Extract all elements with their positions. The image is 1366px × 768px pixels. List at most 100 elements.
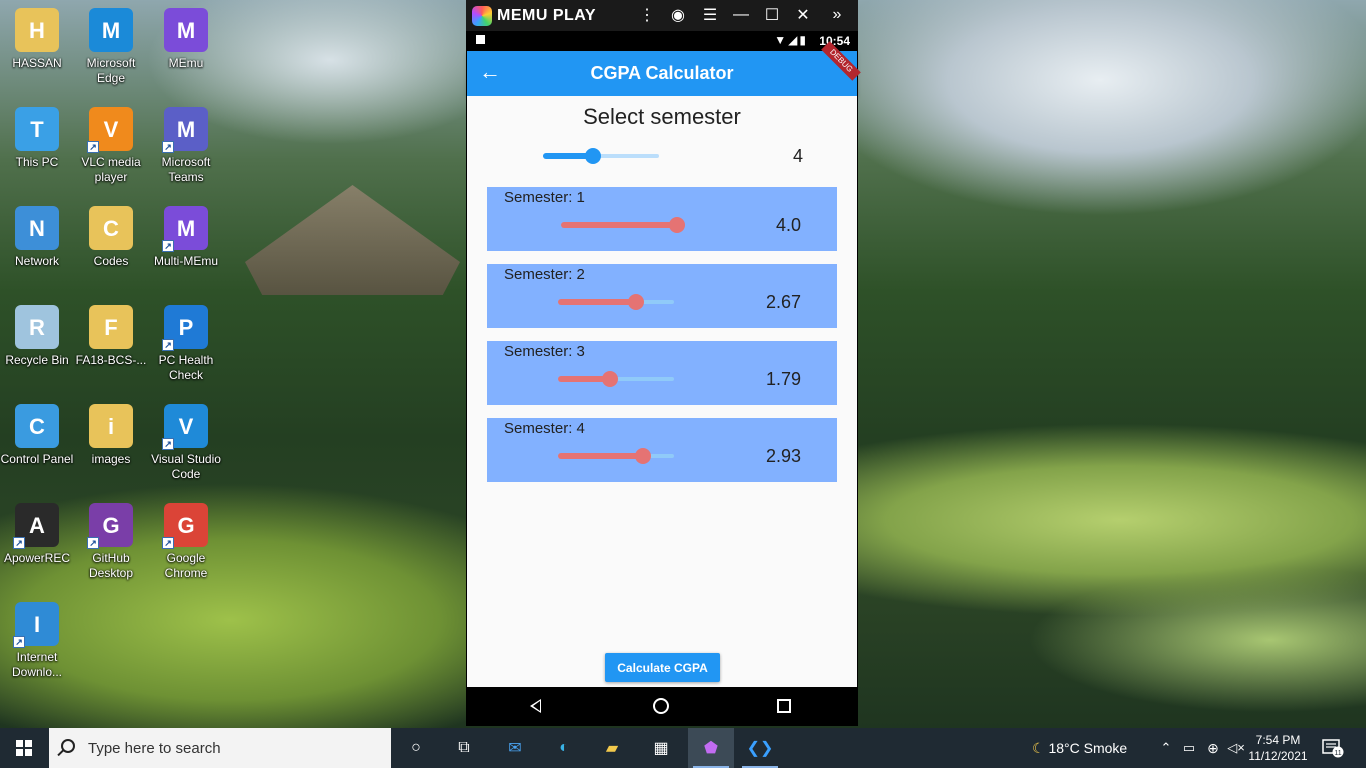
slider-thumb[interactable]: [602, 371, 618, 387]
health-check-icon: P ↗: [162, 305, 208, 351]
desktop-icon-label: GitHub Desktop: [88, 551, 134, 580]
notification-icon: [476, 35, 485, 44]
clock-time: 7:54 PM: [1255, 733, 1301, 747]
semester-card: Semester: 2 2.67: [487, 264, 837, 328]
semester-card: Semester: 4 2.93: [487, 418, 837, 482]
shortcut-arrow-icon: ↗: [162, 141, 174, 153]
semester-count-value: 4: [792, 146, 803, 166]
memu-taskbar-button[interactable]: ⬟: [688, 728, 734, 768]
edge-taskbar-icon[interactable]: ◐: [550, 734, 578, 762]
desktop-icon-label: FA18-BCS-...: [75, 353, 147, 367]
taskbar-search[interactable]: Type here to search: [49, 728, 391, 768]
nav-back-icon[interactable]: [530, 699, 541, 713]
store-icon[interactable]: ▦: [647, 734, 675, 762]
semester-gpa-slider[interactable]: [558, 369, 674, 389]
slider-thumb[interactable]: [669, 217, 685, 233]
shortcut-arrow-icon: ↗: [13, 636, 25, 648]
android-nav-bar: [467, 687, 857, 725]
desktop-icon[interactable]: M ↗ Microsoft Teams: [149, 107, 223, 185]
desktop-icon[interactable]: i images: [74, 404, 148, 467]
app-title: CGPA Calculator: [590, 63, 734, 83]
network-icon: N: [15, 206, 59, 250]
nav-home-icon[interactable]: [653, 698, 669, 714]
desktop-icon[interactable]: V ↗ Visual Studio Code: [149, 404, 223, 482]
volume-icon[interactable]: ◁×: [1222, 734, 1250, 762]
android-status-bar: ▼◢▮ 10:54: [466, 31, 858, 51]
close-icon[interactable]: ✕: [792, 4, 814, 26]
desktop-icon[interactable]: I ↗ Internet Downlo...: [0, 602, 74, 680]
semester-gpa-slider[interactable]: [561, 215, 685, 235]
desktop-icon[interactable]: C Control Panel: [0, 404, 74, 467]
nav-recent-apps-icon[interactable]: [777, 699, 791, 713]
desktop-icon[interactable]: T This PC: [0, 107, 74, 170]
desktop-icon-label: Google Chrome: [164, 551, 208, 580]
semester-count-slider[interactable]: [543, 146, 659, 166]
windows-taskbar: Type here to search ○ ⧉ ✉ ◐ ▰ ▦ ⬟ ❮❯ ☾ 1…: [0, 728, 1366, 768]
edge-icon: M: [89, 8, 133, 52]
shortcut-arrow-icon: ↗: [162, 537, 174, 549]
desktop-icon[interactable]: F FA18-BCS-...: [74, 305, 148, 368]
desktop-icon-label: Multi-MEmu: [153, 254, 218, 268]
minimize-icon[interactable]: —: [730, 4, 752, 26]
emulator-title-bar[interactable]: MEMU PLAY ⋮ ◉ ☰ — ☐ ✕ »: [466, 0, 858, 31]
slider-thumb[interactable]: [635, 448, 651, 464]
menu-icon[interactable]: ☰: [699, 4, 721, 26]
desktop-icon[interactable]: A ↗ ApowerREC: [0, 503, 74, 566]
moon-icon: ☾: [1032, 740, 1045, 756]
apowerrec-icon: A ↗: [13, 503, 59, 549]
desktop-icon-label: This PC: [15, 155, 59, 169]
memu-window: MEMU PLAY ⋮ ◉ ☰ — ☐ ✕ » ▼◢▮ 10:54 ← CGPA…: [466, 0, 861, 726]
desktop-icon[interactable]: G ↗ Google Chrome: [149, 503, 223, 581]
semester-label: Semester: 1: [504, 189, 585, 206]
desktop-icon[interactable]: C Codes: [74, 206, 148, 269]
control-panel-icon: C: [15, 404, 59, 448]
notifications-icon[interactable]: 11: [1322, 738, 1344, 758]
desktop-icon-label: ApowerREC: [3, 551, 71, 565]
folder-icon: C: [89, 206, 133, 250]
desktop-icon-label: Recycle Bin: [5, 353, 69, 367]
expand-icon[interactable]: »: [826, 4, 848, 26]
weather-text: 18°C Smoke: [1048, 740, 1128, 756]
desktop-icon[interactable]: N Network: [0, 206, 74, 269]
cortana-icon[interactable]: ○: [402, 734, 430, 762]
signal-battery-icon: ▼◢▮: [774, 33, 808, 47]
vscode-icon: V ↗: [162, 404, 208, 450]
desktop-icon[interactable]: V ↗ VLC media player: [74, 107, 148, 185]
file-explorer-icon[interactable]: ▰: [598, 734, 626, 762]
maximize-icon[interactable]: ☐: [761, 4, 783, 26]
task-view-icon[interactable]: ⧉: [450, 734, 478, 762]
desktop-icon-label: MEmu: [168, 56, 204, 70]
search-placeholder: Type here to search: [88, 740, 221, 757]
desktop-icon[interactable]: M MEmu: [149, 8, 223, 71]
slider-active: [558, 299, 636, 305]
slider-thumb[interactable]: [628, 294, 644, 310]
desktop-icon[interactable]: H HASSAN: [0, 8, 74, 71]
app-bar: ← CGPA Calculator DEBUG: [467, 41, 861, 96]
folder-icon: i: [89, 404, 133, 448]
vscode-taskbar-icon[interactable]: ❮❯: [746, 734, 774, 762]
semester-gpa-slider[interactable]: [558, 292, 674, 312]
semester-gpa-value: 4.0: [775, 215, 801, 235]
desktop-icon[interactable]: P ↗ PC Health Check: [149, 305, 223, 383]
desktop-icon[interactable]: M ↗ Multi-MEmu: [149, 206, 223, 269]
mail-icon[interactable]: ✉: [501, 734, 529, 762]
start-button[interactable]: [0, 728, 48, 768]
semester-gpa-value: 2.67: [765, 292, 801, 312]
calculate-cgpa-button[interactable]: Calculate CGPA: [605, 653, 720, 682]
shortcut-arrow-icon: ↗: [13, 537, 25, 549]
semester-gpa-slider[interactable]: [558, 446, 674, 466]
desktop-icon[interactable]: R Recycle Bin: [0, 305, 74, 368]
recycle-bin-icon: R: [15, 305, 59, 349]
more-icon[interactable]: ⋮: [636, 4, 658, 26]
semester-card: Semester: 3 1.79: [487, 341, 837, 405]
computer-icon: T: [15, 107, 59, 151]
weather-widget[interactable]: ☾ 18°C Smoke: [1032, 740, 1127, 757]
teams-icon: M ↗: [162, 107, 208, 153]
desktop-icon[interactable]: M Microsoft Edge: [74, 8, 148, 86]
taskbar-clock[interactable]: 7:54 PM 11/12/2021: [1248, 732, 1308, 764]
account-icon[interactable]: ◉: [667, 4, 689, 26]
desktop-icon[interactable]: G ↗ GitHub Desktop: [74, 503, 148, 581]
semester-gpa-value: 2.93: [765, 446, 801, 466]
shortcut-arrow-icon: ↗: [87, 537, 99, 549]
slider-thumb[interactable]: [585, 148, 601, 164]
